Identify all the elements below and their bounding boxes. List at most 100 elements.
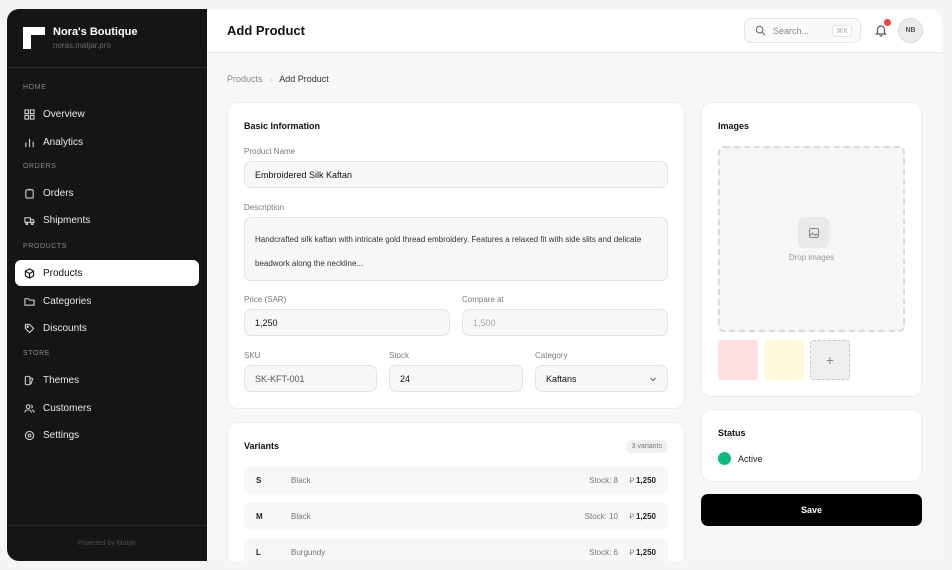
notification-dot — [884, 19, 891, 26]
sku-label: SKU — [244, 351, 261, 360]
nav-group-label: PRODUCTS — [23, 243, 68, 250]
breadcrumb-parent[interactable]: Products — [227, 74, 263, 84]
sidebar-item-label: Products — [43, 267, 83, 279]
search-input[interactable]: Search... ⌘K — [744, 18, 861, 43]
variant-count-badge: 3 variants — [625, 440, 668, 453]
chevron-down-icon — [650, 377, 656, 382]
nav-group-label: ORDERS — [23, 163, 57, 170]
nav-group-label: HOME — [23, 84, 47, 91]
sidebar-item-label: Themes — [43, 374, 80, 386]
nav-group-orders: ORDERS Orders Shipments — [7, 161, 207, 233]
sidebar-item-themes[interactable]: Themes — [15, 367, 199, 393]
status-value[interactable]: Active — [738, 454, 763, 464]
sidebar-footer: Powered by Matjar — [7, 525, 207, 561]
folder-icon — [23, 295, 35, 307]
variant-row[interactable]: S Black Stock: 8 ⃁ 1,250 — [244, 467, 668, 494]
image-thumbnail[interactable] — [718, 340, 758, 380]
search-placeholder: Search... — [773, 25, 810, 36]
images-card: Images Drop images + — [701, 102, 922, 397]
brand-logo — [23, 27, 45, 49]
variant-size: S — [256, 476, 262, 485]
sidebar-item-label: Customers — [43, 402, 92, 414]
truck-icon — [23, 214, 35, 226]
variant-size: L — [256, 548, 261, 557]
main-content: Add Product Search... ⌘K NB Products › A… — [207, 9, 942, 561]
variant-size: M — [256, 512, 263, 521]
clipboard-icon — [23, 187, 35, 199]
grid-icon — [23, 108, 35, 120]
sidebar-item-label: Overview — [43, 108, 85, 120]
page-title: Add Product — [227, 23, 305, 38]
variant-color: Black — [291, 512, 311, 521]
sidebar-item-label: Analytics — [43, 136, 84, 148]
compare-at-input[interactable]: 1,500 — [462, 309, 668, 336]
sidebar-item-orders[interactable]: Orders — [15, 180, 199, 206]
currency-icon: ⃁ — [629, 512, 634, 521]
image-thumbnail[interactable] — [764, 340, 804, 380]
nav-group-home: HOME Overview Analytics — [7, 82, 207, 155]
search-icon — [755, 25, 766, 36]
brand-name: Nora's Boutique — [53, 26, 138, 38]
currency-icon: ⃁ — [629, 476, 634, 485]
sidebar-item-label: Shipments — [43, 214, 91, 226]
sidebar-item-label: Categories — [43, 295, 92, 307]
search-shortcut: ⌘K — [832, 25, 852, 37]
sidebar-item-label: Settings — [43, 429, 80, 441]
stock-input[interactable]: 24 — [389, 365, 523, 392]
card-title: Images — [718, 121, 750, 131]
stock-label: Stock — [389, 351, 410, 360]
nav-group-products: PRODUCTS Products Categories Discounts — [7, 241, 207, 341]
variant-price: ⃁ 1,250 — [629, 548, 656, 557]
drop-images-text: Drop images — [788, 253, 835, 262]
sidebar-item-shipments[interactable]: Shipments — [15, 207, 199, 233]
bar-chart-icon — [23, 136, 35, 148]
sidebar-item-label: Orders — [43, 187, 74, 199]
brand-url: noras.matjar.pro — [53, 41, 111, 50]
avatar[interactable]: NB — [898, 18, 923, 43]
box-icon — [23, 267, 35, 279]
chevron-right-icon: › — [269, 74, 273, 84]
variant-price: ⃁ 1,250 — [629, 512, 656, 521]
compare-at-label: Compare at — [462, 295, 504, 304]
variant-stock: Stock: 8 — [589, 476, 618, 485]
breadcrumb-current: Add Product — [279, 74, 329, 84]
price-label: Price (SAR) — [244, 295, 287, 304]
variant-color: Black — [291, 476, 311, 485]
card-title: Basic Information — [244, 121, 321, 131]
variant-stock: Stock: 6 — [589, 548, 618, 557]
topbar: Add Product Search... ⌘K NB — [207, 9, 942, 53]
sidebar: Nora's Boutique noras.matjar.pro HOME Ov… — [7, 9, 207, 561]
price-input[interactable]: 1,250 — [244, 309, 450, 336]
product-name-input[interactable]: Embroidered Silk Kaftan — [244, 161, 668, 188]
category-select[interactable]: Kaftans — [535, 365, 668, 392]
sidebar-item-overview[interactable]: Overview — [15, 101, 199, 127]
category-label: Category — [535, 351, 568, 360]
variant-stock: Stock: 10 — [584, 512, 618, 521]
variant-color: Burgundy — [291, 548, 326, 557]
breadcrumb: Products › Add Product — [227, 74, 329, 84]
description-textarea[interactable]: Handcrafted silk kaftan with intricate g… — [244, 217, 668, 281]
sidebar-item-settings[interactable]: Settings — [15, 422, 199, 448]
sidebar-item-customers[interactable]: Customers — [15, 395, 199, 421]
sku-input[interactable]: SK-KFT-001 — [244, 365, 377, 392]
sidebar-item-products[interactable]: Products — [15, 260, 199, 286]
variant-row[interactable]: M Black Stock: 10 ⃁ 1,250 — [244, 503, 668, 530]
add-image-button[interactable]: + — [810, 340, 850, 380]
sidebar-item-discounts[interactable]: Discounts — [15, 315, 199, 341]
gear-icon — [23, 429, 35, 441]
brand[interactable]: Nora's Boutique noras.matjar.pro — [7, 9, 207, 68]
image-icon — [798, 217, 829, 248]
nav-group-store: STORE Themes Customers Settings — [7, 348, 207, 448]
variant-row[interactable]: L Burgundy Stock: 6 ⃁ 1,250 — [244, 539, 668, 561]
sidebar-item-label: Discounts — [43, 322, 87, 334]
product-name-label: Product Name — [244, 147, 296, 156]
status-card: Status Active — [701, 409, 922, 482]
variants-card: Variants 3 variants S Black Stock: 8 ⃁ 1,… — [227, 422, 685, 561]
currency-icon: ⃁ — [629, 548, 634, 557]
users-icon — [23, 402, 35, 414]
app-window: Nora's Boutique noras.matjar.pro HOME Ov… — [7, 9, 942, 561]
image-dropzone[interactable]: Drop images — [718, 146, 905, 332]
sidebar-item-categories[interactable]: Categories — [15, 288, 199, 314]
save-button[interactable]: Save — [701, 494, 922, 526]
sidebar-item-analytics[interactable]: Analytics — [15, 129, 199, 155]
